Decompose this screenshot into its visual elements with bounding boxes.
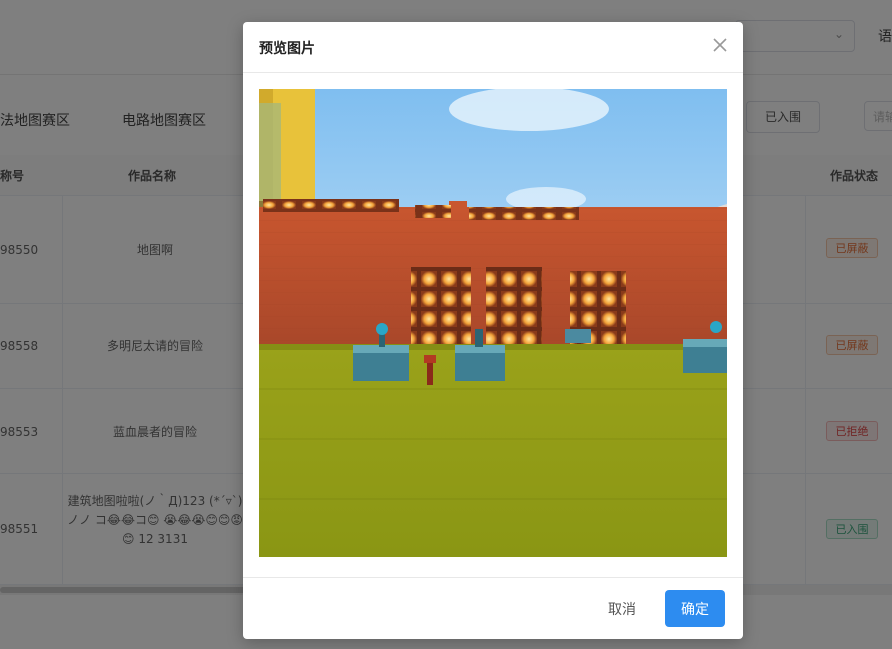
game-scene-image	[259, 89, 727, 557]
cancel-button[interactable]: 取消	[593, 591, 651, 627]
confirm-button[interactable]: 确定	[665, 590, 725, 627]
preview-image-dialog: 预览图片 取消 确定	[243, 22, 743, 639]
dialog-footer: 取消 确定	[243, 577, 743, 640]
dialog-title: 预览图片	[259, 41, 315, 57]
dialog-header: 预览图片	[243, 22, 743, 73]
close-icon[interactable]	[711, 36, 729, 54]
preview-image	[259, 89, 727, 557]
